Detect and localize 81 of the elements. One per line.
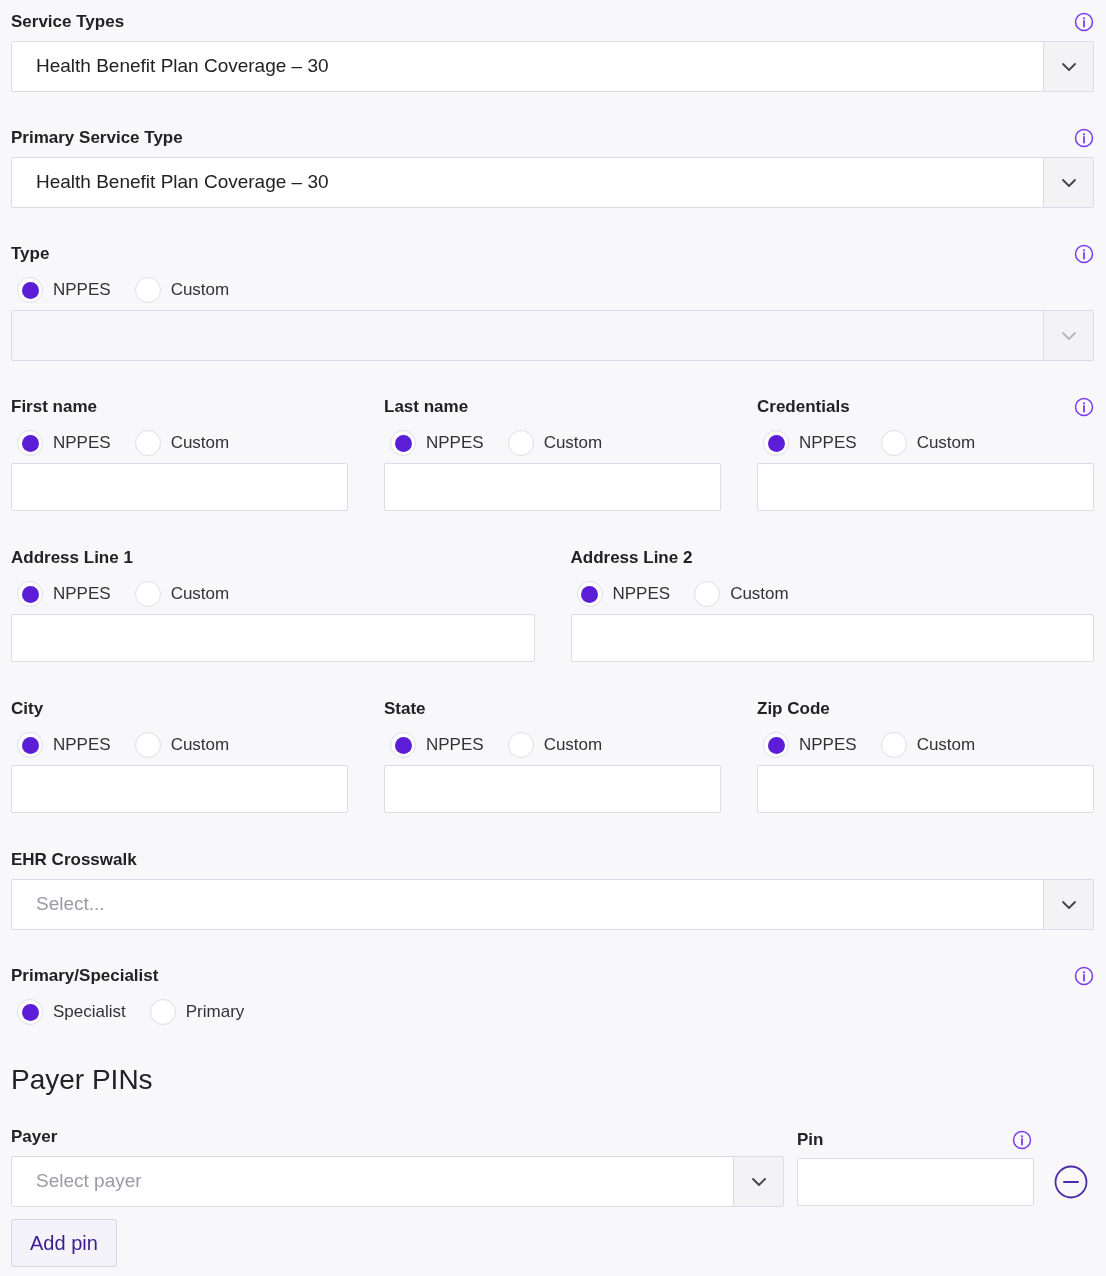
- radio-label: Custom: [916, 734, 976, 757]
- radio-button[interactable]: [17, 430, 43, 456]
- info-icon[interactable]: [1074, 397, 1094, 417]
- radio-button[interactable]: [390, 430, 416, 456]
- radio-button[interactable]: [576, 581, 603, 607]
- select-placeholder: Select payer: [36, 1169, 142, 1194]
- input-field[interactable]: [11, 765, 348, 813]
- input-field[interactable]: [757, 765, 1094, 813]
- field-label: City: [11, 698, 44, 721]
- radio-label: Specialist: [53, 1001, 126, 1024]
- input-field[interactable]: [797, 1158, 1034, 1206]
- input-field[interactable]: [384, 463, 721, 511]
- field-label: Primary/Specialist: [11, 965, 159, 988]
- radio-button[interactable]: [17, 999, 43, 1025]
- radio-button[interactable]: [880, 732, 907, 758]
- chevron-down-icon: [1060, 61, 1077, 72]
- info-icon[interactable]: [1012, 1130, 1032, 1150]
- select-value: Health Benefit Plan Coverage – 30: [36, 170, 329, 195]
- radio-label: NPPES: [799, 432, 857, 455]
- radio-button[interactable]: [763, 732, 789, 758]
- section-heading: Payer PINs: [11, 1063, 154, 1097]
- radio-label: Custom: [170, 583, 230, 606]
- radio-label: Custom: [730, 583, 789, 606]
- input-field[interactable]: [570, 614, 1094, 662]
- info-icon[interactable]: [1074, 128, 1094, 148]
- select-field[interactable]: Health Benefit Plan Coverage – 30: [11, 41, 1094, 92]
- radio-button[interactable]: [149, 999, 176, 1025]
- field-label: Pin: [797, 1129, 824, 1152]
- field-label: EHR Crosswalk: [11, 849, 137, 872]
- chevron-down-icon: [1060, 899, 1077, 910]
- remove-icon[interactable]: [1053, 1165, 1088, 1199]
- info-icon[interactable]: [1074, 966, 1094, 986]
- radio-label: NPPES: [426, 432, 484, 455]
- input-field[interactable]: [384, 765, 721, 813]
- radio-label: NPPES: [53, 432, 111, 455]
- radio-button[interactable]: [134, 732, 161, 758]
- radio-button[interactable]: [507, 732, 534, 758]
- radio-label: NPPES: [612, 583, 671, 606]
- add-pin-button[interactable]: Add pin: [11, 1219, 117, 1267]
- radio-button[interactable]: [763, 430, 789, 456]
- radio-label: NPPES: [426, 734, 484, 757]
- radio-button[interactable]: [880, 430, 907, 456]
- input-field[interactable]: [11, 614, 535, 662]
- radio-button[interactable]: [17, 581, 43, 607]
- radio-label: Custom: [170, 279, 230, 302]
- radio-button[interactable]: [507, 430, 534, 456]
- chevron-down-icon: [1060, 330, 1077, 341]
- field-label: Credentials: [757, 396, 850, 419]
- radio-button[interactable]: [134, 581, 161, 607]
- field-label: Address Line 1: [11, 547, 133, 570]
- field-label: Last name: [384, 396, 469, 419]
- field-label: State: [384, 698, 426, 721]
- radio-label: NPPES: [53, 279, 111, 302]
- radio-label: Custom: [170, 432, 230, 455]
- field-label: Primary Service Type: [11, 127, 183, 150]
- info-icon[interactable]: [1074, 12, 1094, 32]
- radio-button[interactable]: [694, 581, 721, 607]
- field-label: Zip Code: [757, 698, 830, 721]
- field-label: Service Types: [11, 11, 125, 34]
- radio-label: NPPES: [799, 734, 857, 757]
- radio-label: Custom: [170, 734, 230, 757]
- radio-label: Custom: [543, 734, 603, 757]
- radio-label: NPPES: [53, 583, 111, 606]
- select-field[interactable]: Health Benefit Plan Coverage – 30: [11, 157, 1094, 208]
- input-field[interactable]: [11, 463, 348, 511]
- chevron-down-icon: [750, 1176, 767, 1187]
- field-label: Type: [11, 243, 50, 266]
- radio-label: Custom: [916, 432, 976, 455]
- radio-label: Primary: [185, 1001, 245, 1024]
- radio-button[interactable]: [134, 430, 161, 456]
- radio-label: Custom: [543, 432, 603, 455]
- input-field[interactable]: [757, 463, 1094, 511]
- chevron-down-icon: [1060, 177, 1077, 188]
- select-value: Health Benefit Plan Coverage – 30: [36, 54, 329, 79]
- field-label: First name: [11, 396, 97, 419]
- radio-button[interactable]: [17, 732, 43, 758]
- radio-label: NPPES: [53, 734, 111, 757]
- radio-button[interactable]: [390, 732, 416, 758]
- field-label: Address Line 2: [570, 547, 693, 570]
- select-placeholder: Select...: [36, 892, 105, 917]
- field-label: Payer: [11, 1126, 58, 1149]
